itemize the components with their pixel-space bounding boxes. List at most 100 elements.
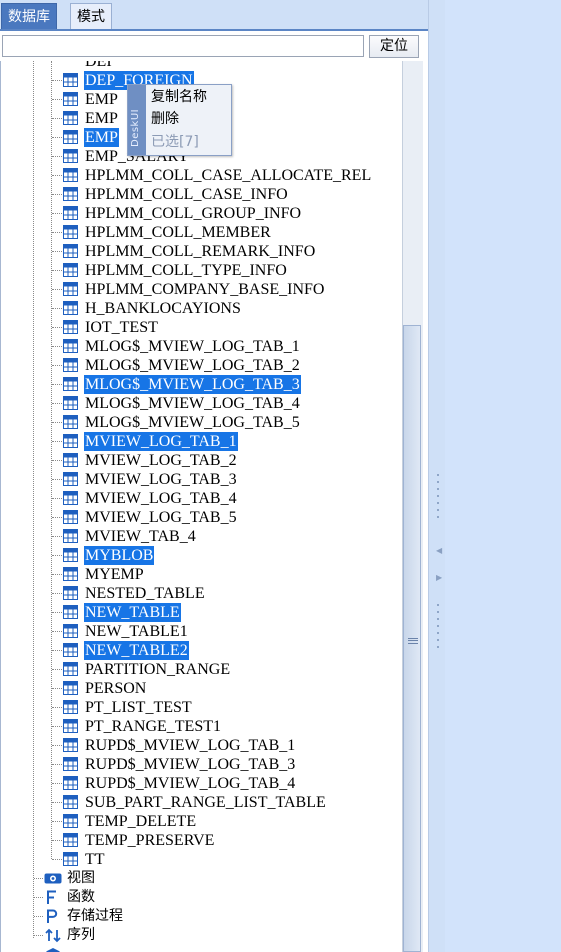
tree-branch-line	[52, 118, 62, 119]
tree-branch-line	[34, 897, 43, 898]
table-name: HPLMM_COLL_CASE_ALLOCATE_REL	[85, 167, 372, 184]
tree-branch-line	[52, 745, 62, 746]
tree-branch-line	[52, 783, 62, 784]
tab-bar: 数据库 模式	[0, 0, 428, 31]
tree-branch-line	[52, 194, 62, 195]
table-name: HPLMM_COLL_REMARK_INFO	[85, 243, 316, 260]
table-name: HPLMM_COLL_CASE_INFO	[85, 186, 288, 203]
tree-branch-line	[52, 821, 62, 822]
search-bar: 定位	[0, 33, 428, 61]
table-name: HPLMM_COMPANY_BASE_INFO	[85, 281, 325, 298]
collapse-right-icon[interactable]: ▶	[436, 573, 442, 582]
tree-branch-line	[52, 593, 62, 594]
package-icon	[46, 948, 60, 952]
tree-branch-line	[52, 650, 62, 651]
scrollbar-thumb[interactable]	[403, 325, 421, 952]
table-name: HPLMM_COLL_MEMBER	[85, 224, 271, 241]
table-name: MVIEW_LOG_TAB_2	[85, 452, 237, 469]
tree-guide-line-outer	[33, 61, 34, 938]
table-name: PERSON	[85, 680, 147, 697]
search-input[interactable]	[2, 35, 364, 57]
split-divider[interactable]: ◀ ▶	[428, 0, 446, 952]
table-name: NEW_TABLE	[84, 603, 181, 622]
menu-item-delete[interactable]: 删除	[151, 109, 179, 129]
table-name: MYBLOB	[84, 546, 155, 565]
table-name: PT_RANGE_TEST1	[85, 718, 221, 735]
tree-branch-line	[34, 878, 43, 879]
table-name: IOT_TEST	[85, 319, 158, 336]
tree-branch-line	[52, 631, 62, 632]
table-name: MLOG$_MVIEW_LOG_TAB_1	[85, 338, 300, 355]
tree-branch-line	[52, 726, 62, 727]
table-name: PARTITION_RANGE	[85, 661, 231, 678]
tab-database[interactable]: 数据库	[1, 3, 57, 29]
tree-branch-line	[52, 688, 62, 689]
table-name: NESTED_TABLE	[85, 585, 205, 602]
table-name: MVIEW_LOG_TAB_5	[85, 509, 237, 526]
tree-branch-line	[52, 422, 62, 423]
tree-branch-line	[52, 517, 62, 518]
table-name: NEW_TABLE1	[85, 623, 188, 640]
tree-branch-line	[52, 365, 62, 366]
tree-branch-line	[52, 859, 62, 860]
table-name: RUPD$_MVIEW_LOG_TAB_1	[85, 737, 296, 754]
tree-branch-line	[34, 935, 43, 936]
table-name: MVIEW_LOG_TAB_4	[85, 490, 237, 507]
context-menu-brand: DeskUI	[130, 108, 141, 147]
table-name: H_BANKLOCAYIONS	[85, 300, 241, 317]
tree-branch-line	[52, 574, 62, 575]
table-name: RUPD$_MVIEW_LOG_TAB_3	[85, 756, 296, 773]
table-name: MLOG$_MVIEW_LOG_TAB_3	[84, 375, 301, 394]
tree-branch-line	[52, 156, 62, 157]
tree-branch-line	[52, 232, 62, 233]
table-name-partial: DEI	[85, 61, 112, 70]
table-name: MLOG$_MVIEW_LOG_TAB_5	[85, 414, 300, 431]
table-name: MVIEW_LOG_TAB_3	[85, 471, 237, 488]
content-panel	[445, 0, 561, 952]
tree-branch-line	[52, 137, 62, 138]
table-name: HPLMM_COLL_GROUP_INFO	[85, 205, 302, 222]
category-label: 函数	[67, 889, 95, 905]
tree-branch-line	[52, 175, 62, 176]
table-name: TEMP_DELETE	[85, 813, 197, 830]
tree-branch-line	[52, 308, 62, 309]
table-name: TEMP_PRESERVE	[85, 832, 215, 849]
table-name: HPLMM_COLL_TYPE_INFO	[85, 262, 287, 279]
table-name: MLOG$_MVIEW_LOG_TAB_2	[85, 357, 300, 374]
table-name: SUB_PART_RANGE_LIST_TABLE	[85, 794, 326, 811]
tree-branch-line	[34, 916, 43, 917]
table-name: MLOG$_MVIEW_LOG_TAB_4	[85, 395, 300, 412]
object-tree: DEI DEP_FOREIGN EMP EMP EMP EMP_SALARY HPLMM_…	[0, 61, 403, 952]
tree-branch-line	[52, 80, 62, 81]
tree-scrollbar[interactable]	[402, 61, 423, 952]
tree-branch-line	[52, 536, 62, 537]
category-label: 存储过程	[67, 908, 123, 924]
tree-branch-line	[52, 213, 62, 214]
tree-branch-line	[52, 802, 62, 803]
divider-grip-top-icon	[437, 474, 439, 523]
collapse-left-icon[interactable]: ◀	[436, 546, 442, 555]
tree-branch-line	[52, 612, 62, 613]
tree-branch-line	[52, 555, 62, 556]
table-name: EMP	[85, 91, 118, 108]
context-menu-band: DeskUI	[128, 85, 146, 155]
menu-item-copy-name[interactable]: 复制名称	[151, 87, 207, 107]
divider-grip-bottom-icon	[437, 604, 439, 653]
tree-branch-line	[52, 403, 62, 404]
tree-branch-line	[52, 270, 62, 271]
table-name: MVIEW_TAB_4	[85, 528, 196, 545]
table-name: RUPD$_MVIEW_LOG_TAB_4	[85, 775, 296, 792]
tree-branch-line	[52, 289, 62, 290]
menu-item-selected-count: 已选[7]	[151, 134, 199, 150]
tree-branch-line	[52, 764, 62, 765]
tree-branch-line	[52, 669, 62, 670]
locate-button[interactable]: 定位	[369, 35, 419, 58]
table-name: NEW_TABLE2	[84, 641, 189, 660]
tree-branch-line	[52, 479, 62, 480]
tab-schema[interactable]: 模式	[70, 3, 112, 29]
table-name: MVIEW_LOG_TAB_1	[84, 432, 238, 451]
category-label: 视图	[67, 870, 95, 886]
table-name: EMP	[84, 128, 119, 147]
context-menu: DeskUI 复制名称 删除 已选[7]	[127, 84, 232, 156]
category-label: 序列	[67, 927, 95, 943]
